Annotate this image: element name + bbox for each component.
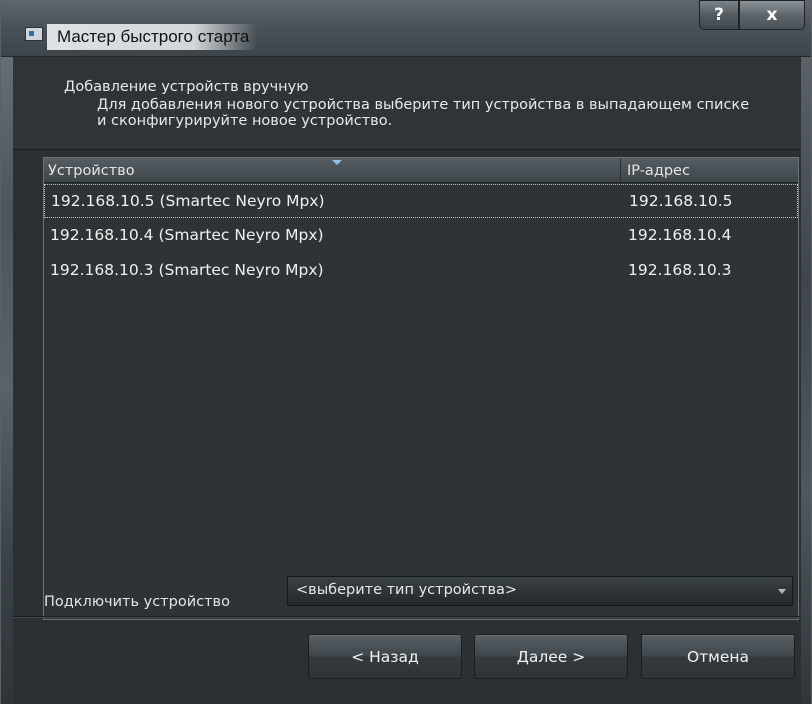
device-type-select[interactable]: <выберите тип устройства>: [287, 576, 793, 606]
footer-divider-highlight: [13, 617, 801, 618]
ip-address-cell: 192.168.10.5: [629, 192, 733, 210]
ip-address-cell: 192.168.10.3: [628, 261, 732, 279]
help-button[interactable]: ?: [699, 0, 739, 30]
window-title: Мастер быстрого старта: [47, 24, 258, 50]
sort-arrow-icon: [332, 160, 342, 165]
page-title: Добавление устройств вручную: [64, 79, 309, 95]
device-name-cell: 192.168.10.3 (Smartec Neyro Mpx): [50, 261, 324, 279]
table-row[interactable]: 192.168.10.5 (Smartec Neyro Mpx) 192.168…: [44, 184, 798, 218]
wizard-header: Добавление устройств вручную Для добавле…: [13, 57, 801, 149]
quick-start-wizard-window: Мастер быстрого старта ? x Добавление ус…: [0, 0, 812, 704]
table-header: Устройство IP-адрес: [44, 158, 798, 183]
wizard-content: Добавление устройств вручную Для добавле…: [13, 57, 801, 704]
cancel-button[interactable]: Отмена: [641, 634, 795, 679]
column-header-ip[interactable]: IP-адрес: [620, 158, 798, 182]
header-divider: [13, 149, 801, 150]
back-button[interactable]: < Назад: [308, 634, 462, 679]
device-table[interactable]: Устройство IP-адрес 192.168.10.5 (Smarte…: [43, 157, 799, 620]
page-description: Для добавления нового устройства выберит…: [97, 97, 750, 129]
title-bar[interactable]: Мастер быстрого старта ? x: [1, 0, 811, 57]
device-type-selected: <выберите тип устройства>: [296, 582, 518, 598]
chevron-down-icon: [778, 589, 786, 594]
close-button[interactable]: x: [739, 0, 805, 30]
table-row[interactable]: 192.168.10.4 (Smartec Neyro Mpx) 192.168…: [44, 219, 798, 253]
next-button[interactable]: Далее >: [474, 634, 628, 679]
window-controls: ? x: [699, 0, 805, 30]
app-icon: [25, 27, 43, 41]
ip-address-cell: 192.168.10.4: [628, 226, 732, 244]
connect-device-label: Подключить устройство: [44, 594, 230, 610]
device-name-cell: 192.168.10.5 (Smartec Neyro Mpx): [51, 192, 325, 210]
table-row[interactable]: 192.168.10.3 (Smartec Neyro Mpx) 192.168…: [44, 254, 798, 288]
device-name-cell: 192.168.10.4 (Smartec Neyro Mpx): [50, 226, 324, 244]
